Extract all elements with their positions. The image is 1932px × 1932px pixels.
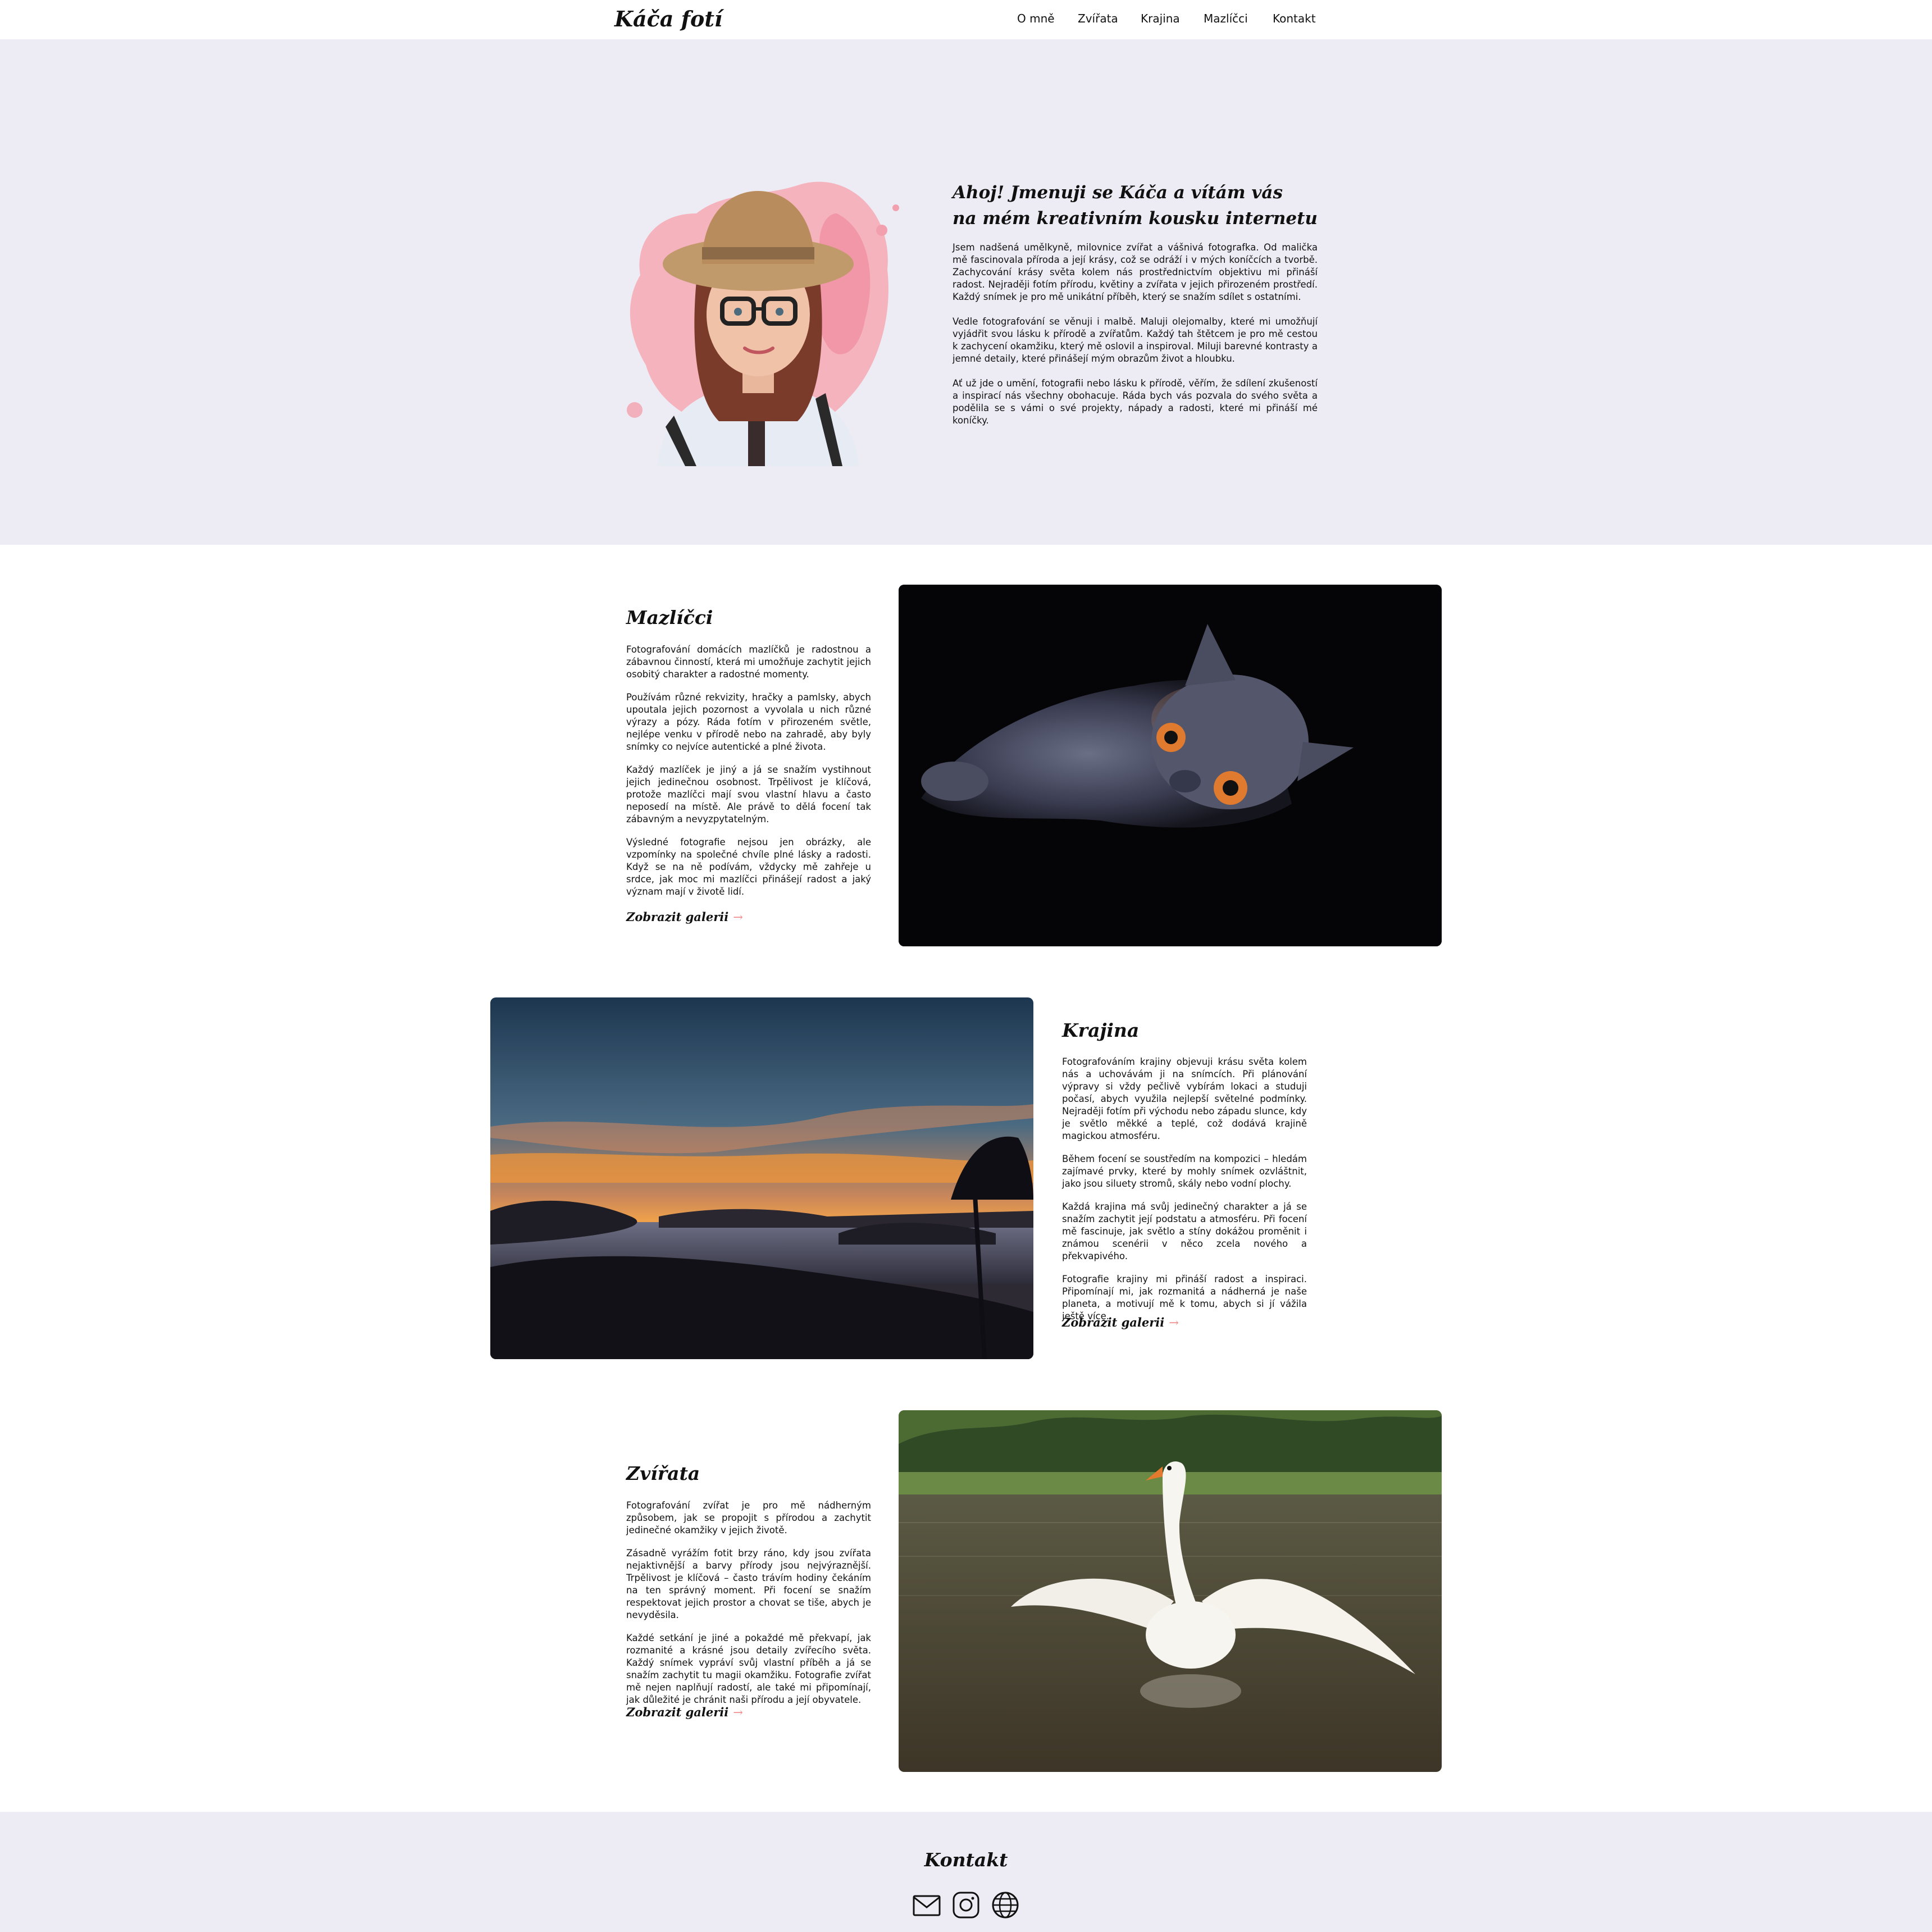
photo-swan[interactable] (899, 1410, 1442, 1772)
hero-title-line-2: na mém kreativním kousku internetu (953, 208, 1318, 229)
section-paragraph: Fotografování zvířat je pro mě nádherným… (626, 1500, 871, 1535)
section-paragraph: Každé setkání je jiné a pokaždé mě překv… (626, 1633, 871, 1705)
section-title-landscape: Krajina (1062, 1019, 1140, 1041)
section-paragraph: Používám různé rekvizity, hračky a pamls… (626, 692, 871, 752)
section-paragraph: Během focení se soustředím na kompozici … (1062, 1154, 1307, 1189)
site-footer: Kontakt (0, 1812, 1932, 1932)
portrait-illustration (612, 152, 904, 472)
gallery-link-landscape[interactable]: Zobrazit galerii → (1062, 1314, 1179, 1331)
hero-paragraph: Ať už jde o umění, fotografii nebo lásku… (953, 378, 1318, 426)
nav-link-animals[interactable]: Zvířata (1078, 10, 1118, 27)
hero-paragraph: Jsem nadšená umělkyně, milovnice zvířat … (953, 242, 1318, 302)
site-header: Káča fotí O mně Zvířata Krajina Mazlíčci… (0, 0, 1932, 39)
gallery-link-label: Zobrazit galerii (1062, 1315, 1165, 1329)
section-text-pets: Fotografování domácích mazlíčků je rados… (626, 644, 871, 909)
section-text-landscape: Fotografováním krajiny objevuji krásu sv… (1062, 1056, 1307, 1333)
gallery-link-animals[interactable]: Zobrazit galerii → (626, 1704, 743, 1721)
hero-title-line-1: Ahoj! Jmenuji se Káča a vítám vás (953, 183, 1283, 203)
hero-paragraph: Vedle fotografování se věnuji i malbě. M… (953, 316, 1318, 364)
hero-title: Ahoj! Jmenuji se Káča a vítám vás na mém… (953, 180, 1323, 231)
section-title-animals: Zvířata (626, 1462, 700, 1484)
nav-link-contact[interactable]: Kontakt (1273, 10, 1316, 27)
section-paragraph: Každá krajina má svůj jedinečný charakte… (1062, 1201, 1307, 1261)
section-paragraph: Výsledné fotografie nejsou jen obrázky, … (626, 837, 871, 897)
gallery-link-label: Zobrazit galerii (626, 910, 729, 924)
nav-link-pets[interactable]: Mazlíčci (1204, 10, 1248, 27)
gallery-link-pets[interactable]: Zobrazit galerii → (626, 909, 743, 926)
footer-title: Kontakt (924, 1849, 1008, 1871)
globe-icon[interactable] (990, 1889, 1021, 1921)
section-paragraph: Fotografováním krajiny objevuji krásu sv… (1062, 1056, 1307, 1141)
section-paragraph: Zásadně vyrážím fotit brzy ráno, kdy jso… (626, 1548, 871, 1620)
photo-landscape[interactable] (490, 997, 1033, 1359)
nav-link-landscape[interactable]: Krajina (1141, 10, 1180, 27)
section-paragraph: Fotografování domácích mazlíčků je rados… (626, 644, 871, 680)
mail-icon[interactable] (911, 1889, 942, 1921)
section-title-pets: Mazlíčci (626, 607, 713, 628)
hero-text: Jsem nadšená umělkyně, milovnice zvířat … (953, 241, 1318, 439)
arrow-right-icon: → (1169, 1316, 1179, 1329)
arrow-right-icon: → (733, 910, 743, 924)
instagram-icon[interactable] (950, 1889, 982, 1921)
section-paragraph: Každý mazlíček je jiný a já se snažím vy… (626, 764, 871, 824)
arrow-right-icon: → (733, 1706, 743, 1719)
gallery-link-label: Zobrazit galerii (626, 1705, 729, 1719)
photo-cat[interactable] (899, 585, 1442, 946)
site-logo[interactable]: Káča fotí (614, 3, 722, 35)
hero-section: Ahoj! Jmenuji se Káča a vítám vás na mém… (0, 39, 1932, 545)
section-text-animals: Fotografování zvířat je pro mě nádherným… (626, 1500, 871, 1717)
nav-link-about[interactable]: O mně (1017, 10, 1055, 27)
